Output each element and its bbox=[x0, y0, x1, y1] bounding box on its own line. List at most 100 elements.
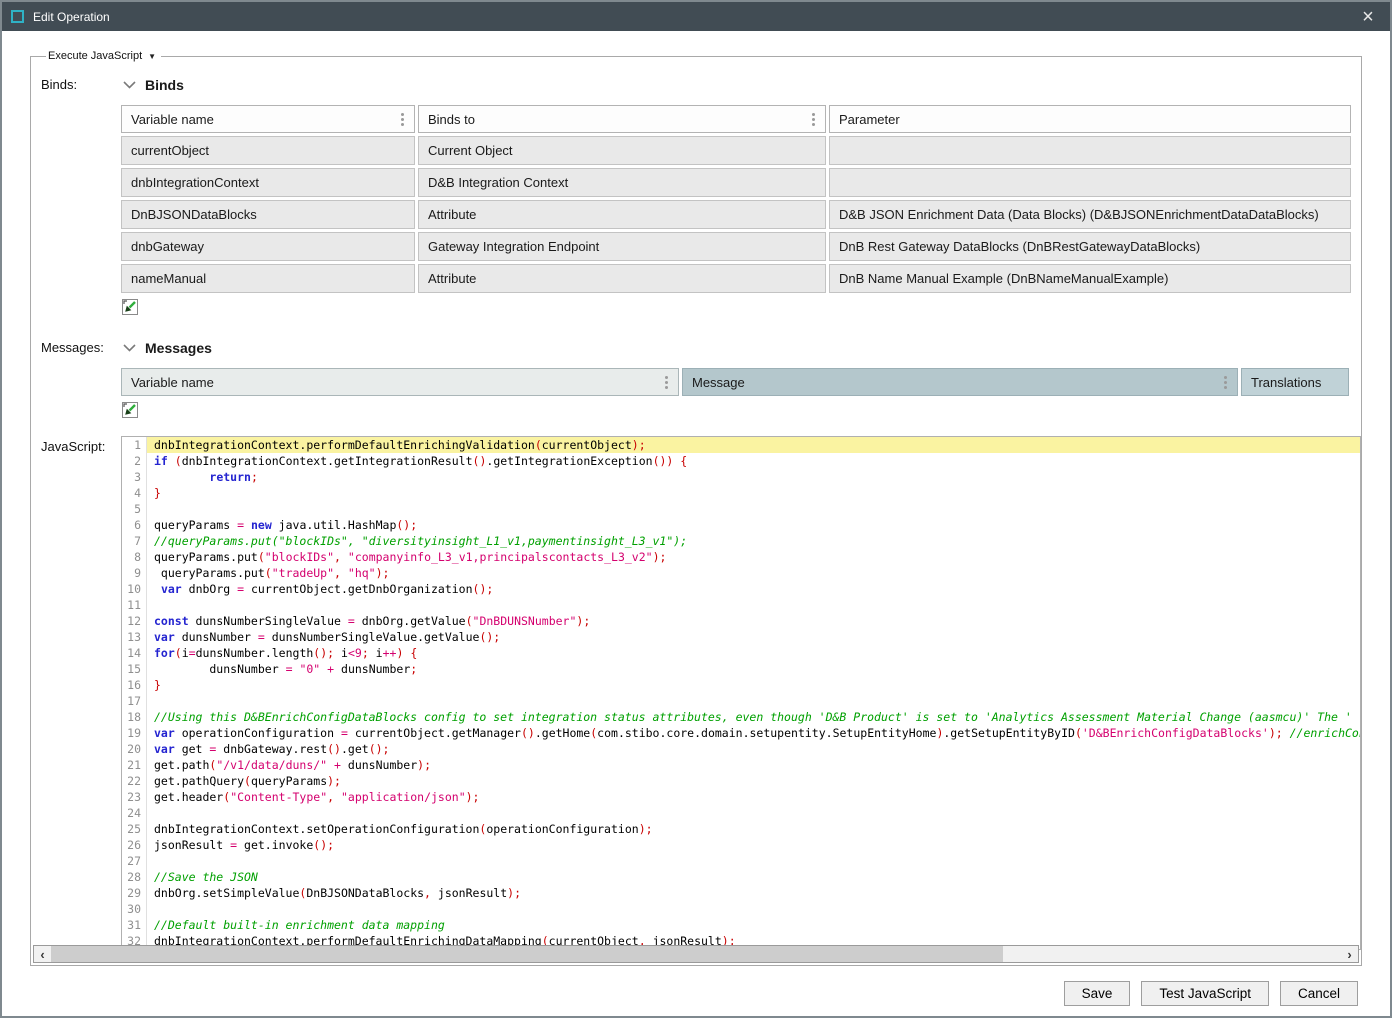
line-number: 26 bbox=[122, 837, 147, 853]
code-line: 4} bbox=[122, 485, 1360, 501]
line-number: 5 bbox=[122, 501, 147, 517]
code-line: 20var get = dnbGateway.rest().get(); bbox=[122, 741, 1360, 757]
column-header-binds-to[interactable]: Binds to bbox=[418, 105, 826, 133]
line-number: 19 bbox=[122, 725, 147, 741]
code-line: 14for(i=dunsNumber.length(); i<9; i++) { bbox=[122, 645, 1360, 661]
code-line: 22get.pathQuery(queryParams); bbox=[122, 773, 1360, 789]
line-number: 20 bbox=[122, 741, 147, 757]
add-message-row-button[interactable] bbox=[122, 402, 138, 418]
code-line: 13var dunsNumber = dunsNumberSingleValue… bbox=[122, 629, 1360, 645]
operation-fieldset: Execute JavaScript ▼ Binds: Binds bbox=[30, 50, 1362, 966]
code-line: 10 var dnbOrg = currentObject.getDnbOrga… bbox=[122, 581, 1360, 597]
operation-type-label: Execute JavaScript bbox=[48, 50, 142, 62]
code-line: 2if (dnbIntegrationContext.getIntegratio… bbox=[122, 453, 1360, 469]
code-line: 5 bbox=[122, 501, 1360, 517]
table-cell[interactable]: Current Object bbox=[418, 136, 826, 165]
add-row-icon bbox=[122, 402, 138, 418]
line-number: 14 bbox=[122, 645, 147, 661]
line-number: 6 bbox=[122, 517, 147, 533]
save-button[interactable]: Save bbox=[1064, 981, 1131, 1006]
table-cell[interactable]: dnbGateway bbox=[121, 232, 415, 261]
line-number: 27 bbox=[122, 853, 147, 869]
line-number: 1 bbox=[122, 437, 147, 453]
messages-field-label: Messages: bbox=[41, 337, 121, 423]
line-number: 9 bbox=[122, 565, 147, 581]
line-number: 25 bbox=[122, 821, 147, 837]
messages-collapse-chevron-icon[interactable] bbox=[123, 344, 136, 352]
table-cell[interactable]: D&B Integration Context bbox=[418, 168, 826, 197]
scroll-left-arrow-icon[interactable]: ‹ bbox=[34, 946, 51, 962]
table-row: DnBJSONDataBlocksAttributeD&B JSON Enric… bbox=[121, 200, 1351, 229]
javascript-code-editor[interactable]: 1dnbIntegrationContext.performDefaultEnr… bbox=[121, 436, 1361, 950]
scroll-right-arrow-icon[interactable]: › bbox=[1341, 946, 1358, 962]
column-grip-icon[interactable] bbox=[665, 381, 668, 384]
line-number: 31 bbox=[122, 917, 147, 933]
app-icon bbox=[11, 10, 24, 23]
code-line: 19var operationConfiguration = currentOb… bbox=[122, 725, 1360, 741]
line-number: 7 bbox=[122, 533, 147, 549]
column-header-message[interactable]: Message bbox=[682, 368, 1238, 396]
messages-table: Variable name Message Translations bbox=[118, 365, 1352, 399]
code-line: 23get.header("Content-Type", "applicatio… bbox=[122, 789, 1360, 805]
column-grip-icon[interactable] bbox=[812, 118, 815, 121]
column-header-variable-name[interactable]: Variable name bbox=[121, 368, 679, 396]
table-cell[interactable]: Attribute bbox=[418, 264, 826, 293]
dialog-body: Execute JavaScript ▼ Binds: Binds bbox=[2, 31, 1390, 966]
table-cell[interactable]: nameManual bbox=[121, 264, 415, 293]
code-line: 6queryParams = new java.util.HashMap(); bbox=[122, 517, 1360, 533]
binds-section-title: Binds bbox=[145, 77, 184, 93]
table-cell[interactable] bbox=[829, 136, 1351, 165]
code-line: 15 dunsNumber = "0" + dunsNumber; bbox=[122, 661, 1360, 677]
table-cell[interactable]: D&B JSON Enrichment Data (Data Blocks) (… bbox=[829, 200, 1351, 229]
test-javascript-button[interactable]: Test JavaScript bbox=[1141, 981, 1269, 1006]
line-number: 15 bbox=[122, 661, 147, 677]
table-row: currentObjectCurrent Object bbox=[121, 136, 1351, 165]
code-line: 25dnbIntegrationContext.setOperationConf… bbox=[122, 821, 1360, 837]
table-cell[interactable]: DnB Name Manual Example (DnBNameManualEx… bbox=[829, 264, 1351, 293]
line-number: 12 bbox=[122, 613, 147, 629]
line-number: 16 bbox=[122, 677, 147, 693]
table-cell[interactable]: Attribute bbox=[418, 200, 826, 229]
table-cell[interactable]: Gateway Integration Endpoint bbox=[418, 232, 826, 261]
code-line: 12const dunsNumberSingleValue = dnbOrg.g… bbox=[122, 613, 1360, 629]
code-line: 9 queryParams.put("tradeUp", "hq"); bbox=[122, 565, 1360, 581]
code-line: 29dnbOrg.setSimpleValue(DnBJSONDataBlock… bbox=[122, 885, 1360, 901]
column-header-parameter[interactable]: Parameter bbox=[829, 105, 1351, 133]
close-icon[interactable]: × bbox=[1355, 7, 1381, 27]
code-line: 11 bbox=[122, 597, 1360, 613]
binds-table-body: currentObjectCurrent ObjectdnbIntegratio… bbox=[121, 136, 1351, 293]
code-lines: 1dnbIntegrationContext.performDefaultEnr… bbox=[122, 437, 1360, 949]
table-row: nameManualAttributeDnB Name Manual Examp… bbox=[121, 264, 1351, 293]
table-cell[interactable]: currentObject bbox=[121, 136, 415, 165]
line-number: 2 bbox=[122, 453, 147, 469]
line-number: 13 bbox=[122, 629, 147, 645]
add-bind-row-button[interactable] bbox=[122, 299, 138, 315]
table-cell[interactable] bbox=[829, 168, 1351, 197]
column-grip-icon[interactable] bbox=[1224, 381, 1227, 384]
table-cell[interactable]: DnB Rest Gateway DataBlocks (DnBRestGate… bbox=[829, 232, 1351, 261]
code-line: 17 bbox=[122, 693, 1360, 709]
line-number: 3 bbox=[122, 469, 147, 485]
scrollbar-thumb[interactable] bbox=[51, 946, 1003, 962]
code-line: 1dnbIntegrationContext.performDefaultEnr… bbox=[122, 437, 1360, 453]
scrollbar-track[interactable] bbox=[1003, 946, 1341, 962]
table-cell[interactable]: dnbIntegrationContext bbox=[121, 168, 415, 197]
line-number: 11 bbox=[122, 597, 147, 613]
binds-collapse-chevron-icon[interactable] bbox=[123, 81, 136, 89]
cancel-button[interactable]: Cancel bbox=[1280, 981, 1358, 1006]
column-header-variable-name[interactable]: Variable name bbox=[121, 105, 415, 133]
code-line: 27 bbox=[122, 853, 1360, 869]
code-line: 24 bbox=[122, 805, 1360, 821]
column-header-translations[interactable]: Translations bbox=[1241, 368, 1349, 396]
binds-field-label: Binds: bbox=[41, 74, 121, 320]
line-number: 28 bbox=[122, 869, 147, 885]
line-number: 29 bbox=[122, 885, 147, 901]
column-grip-icon[interactable] bbox=[401, 118, 404, 121]
table-cell[interactable]: DnBJSONDataBlocks bbox=[121, 200, 415, 229]
code-line: 31//Default built-in enrichment data map… bbox=[122, 917, 1360, 933]
messages-section-title: Messages bbox=[145, 340, 212, 356]
table-row: dnbIntegrationContextD&B Integration Con… bbox=[121, 168, 1351, 197]
operation-type-selector[interactable]: Execute JavaScript ▼ bbox=[46, 50, 161, 62]
line-number: 4 bbox=[122, 485, 147, 501]
dropdown-caret-icon: ▼ bbox=[148, 52, 156, 61]
